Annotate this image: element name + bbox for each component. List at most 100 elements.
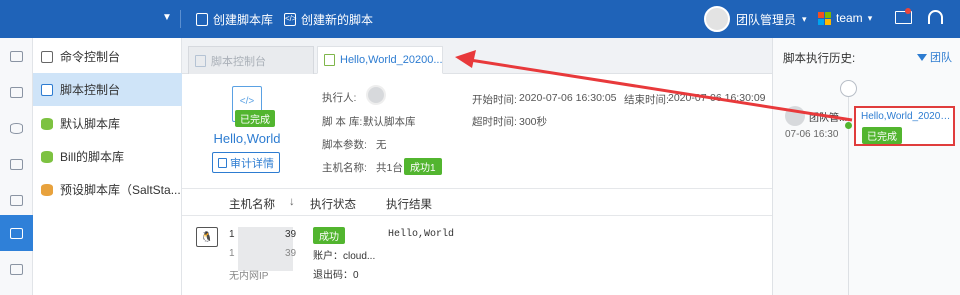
document-icon bbox=[324, 54, 335, 66]
success-count-badge: 成功1 bbox=[404, 158, 442, 175]
script-name[interactable]: Hello,World bbox=[182, 131, 312, 146]
host-ip2-suffix: 39 bbox=[285, 248, 297, 259]
notification-dot bbox=[905, 8, 911, 14]
filter-label: 团队 bbox=[930, 52, 952, 64]
database-icon bbox=[41, 150, 53, 163]
timeout-value: 300秒 bbox=[519, 116, 548, 128]
exit-code-text: 退出码：0 bbox=[313, 270, 359, 281]
result-output: Hello,World bbox=[388, 229, 455, 240]
host-ip-suffix: 39 bbox=[285, 229, 297, 240]
team-switcher[interactable]: team ▾ bbox=[818, 11, 872, 25]
column-header-status: 执行状态 bbox=[310, 199, 356, 211]
audit-icon bbox=[218, 157, 227, 168]
sidebar-item-label: 脚本控制台 bbox=[60, 83, 121, 97]
team-logo-icon bbox=[818, 11, 831, 25]
audit-button-label: 审计详情 bbox=[230, 157, 274, 170]
sort-arrow-icon[interactable]: ↓ bbox=[289, 196, 295, 208]
sidebar-item-label: 命令控制台 bbox=[60, 50, 121, 64]
history-entry-card[interactable]: Hello,World_20200... 已完成 bbox=[854, 106, 955, 146]
params-value: 无 bbox=[376, 139, 387, 151]
hosts-value: 共1台 bbox=[376, 162, 403, 174]
column-header-hostname[interactable]: 主机名称 bbox=[229, 196, 275, 212]
sidebar-item-default-library[interactable]: 默认脚本库 bbox=[33, 107, 182, 140]
sidebar-item-script-console[interactable]: 脚本控制台 bbox=[33, 73, 182, 106]
monitor-nav-icon[interactable] bbox=[0, 38, 33, 74]
timeline-line bbox=[848, 88, 849, 295]
sidebar-item-preset-library[interactable]: 预设脚本库（SaltSta... bbox=[33, 173, 182, 206]
team-name: team bbox=[836, 11, 863, 25]
section-divider bbox=[182, 188, 772, 189]
audit-details-button[interactable]: 审计详情 bbox=[212, 152, 280, 173]
params-label: 脚本参数: bbox=[322, 139, 367, 151]
sidebar-item-label: 预设脚本库（SaltSta... bbox=[60, 183, 181, 197]
library-value: 默认脚本库 bbox=[363, 116, 416, 128]
tab-label: Hello,World_20200... bbox=[340, 54, 443, 66]
sidebar-item-label: 默认脚本库 bbox=[60, 117, 121, 131]
user-chevron-down-icon: ▾ bbox=[802, 13, 807, 24]
folder-nav-icon[interactable] bbox=[0, 182, 33, 218]
history-time: 07-06 16:30 bbox=[785, 129, 839, 140]
create-script-button[interactable]: </> 创建新的脚本 bbox=[284, 11, 373, 28]
database-add-icon bbox=[196, 13, 208, 26]
column-header-result: 执行结果 bbox=[386, 199, 432, 211]
status-badge: 成功 bbox=[313, 227, 345, 244]
user-avatar bbox=[704, 6, 730, 32]
create-script-label: 创建新的脚本 bbox=[301, 13, 374, 27]
user-menu[interactable]: 团队管理员 ▾ bbox=[704, 6, 807, 32]
icon-rail bbox=[0, 38, 33, 295]
code-file-icon: </> bbox=[284, 13, 297, 26]
script-card: </> 已完成 Hello,World 审计详情 bbox=[182, 74, 312, 188]
status-badge: 已完成 bbox=[235, 110, 275, 127]
history-title: 脚本执行历史: bbox=[783, 53, 856, 65]
user-name: 团队管理员 bbox=[736, 12, 797, 27]
history-user-avatar bbox=[785, 106, 805, 126]
host-ip-prefix: 1 bbox=[229, 229, 235, 240]
database-icon bbox=[41, 117, 53, 130]
history-script-link[interactable]: Hello,World_20200... bbox=[861, 111, 951, 122]
sidebar-item-bill-library[interactable]: Bill的脚本库 bbox=[33, 140, 182, 173]
support-headset-icon[interactable] bbox=[928, 10, 943, 24]
create-library-button[interactable]: 创建脚本库 bbox=[196, 11, 273, 28]
sidebar: 命令控制台 脚本控制台 默认脚本库 Bill的脚本库 预设脚本库（SaltSta… bbox=[33, 38, 182, 295]
tab-hello-world[interactable]: Hello,World_20200... ✕ bbox=[317, 46, 443, 74]
tab-label: 脚本控制台 bbox=[211, 55, 266, 68]
start-time-value: 2020-07-06 16:30:05 bbox=[519, 92, 617, 104]
history-user-name: 团队管... bbox=[809, 113, 848, 124]
filter-icon bbox=[917, 53, 927, 61]
end-time-label: 结束时间: bbox=[624, 94, 669, 106]
hosts-label: 主机名称: bbox=[322, 162, 367, 174]
clipboard-nav-icon[interactable] bbox=[0, 251, 33, 287]
toolbar-divider bbox=[180, 10, 181, 28]
database-icon bbox=[41, 183, 53, 196]
history-panel: 脚本执行历史: 团队 团队管... 07-06 16:30 Hello,Worl… bbox=[772, 38, 960, 295]
tab-bar: 脚本控制台 Hello,World_20200... ✕ bbox=[182, 38, 772, 74]
history-status-badge: 已完成 bbox=[862, 127, 902, 144]
header-divider bbox=[182, 215, 772, 216]
start-time-label: 开始时间: bbox=[472, 94, 517, 106]
linux-icon: 🐧 bbox=[196, 227, 218, 247]
code-file-icon bbox=[195, 54, 206, 67]
create-library-label: 创建脚本库 bbox=[213, 13, 274, 27]
sidebar-item-label: Bill的脚本库 bbox=[60, 150, 125, 164]
host-ip2-prefix: 1 bbox=[229, 248, 235, 259]
tab-script-console[interactable]: 脚本控制台 bbox=[188, 46, 314, 74]
clock-icon bbox=[840, 80, 857, 97]
code-icon bbox=[41, 83, 53, 96]
account-text: 账户：cloud... bbox=[313, 251, 376, 262]
collapse-chevron-icon[interactable]: ▼ bbox=[162, 12, 172, 23]
executor-label: 执行人: bbox=[322, 92, 357, 104]
executor-avatar bbox=[366, 85, 386, 105]
execution-detail: </> 已完成 Hello,World 审计详情 执行人: 脚 本 库: 默认脚… bbox=[182, 74, 772, 295]
cloud-nav-icon[interactable] bbox=[0, 146, 33, 182]
library-label: 脚 本 库: bbox=[322, 116, 363, 128]
timeout-label: 超时时间: bbox=[472, 116, 517, 128]
sidebar-item-command-console[interactable]: 命令控制台 bbox=[33, 40, 182, 73]
network-text: 无内网IP bbox=[229, 271, 269, 282]
end-time-value: 2020-07-06 16:30:09 bbox=[668, 92, 766, 104]
database-nav-icon[interactable] bbox=[0, 110, 33, 146]
topology-nav-icon[interactable] bbox=[0, 74, 33, 110]
team-filter-button[interactable]: 团队 bbox=[917, 49, 952, 65]
terminal-icon bbox=[41, 50, 53, 63]
script-nav-icon[interactable] bbox=[0, 215, 33, 251]
top-bar: ▼ 创建脚本库 </> 创建新的脚本 团队管理员 ▾ team ▾ bbox=[0, 0, 960, 38]
